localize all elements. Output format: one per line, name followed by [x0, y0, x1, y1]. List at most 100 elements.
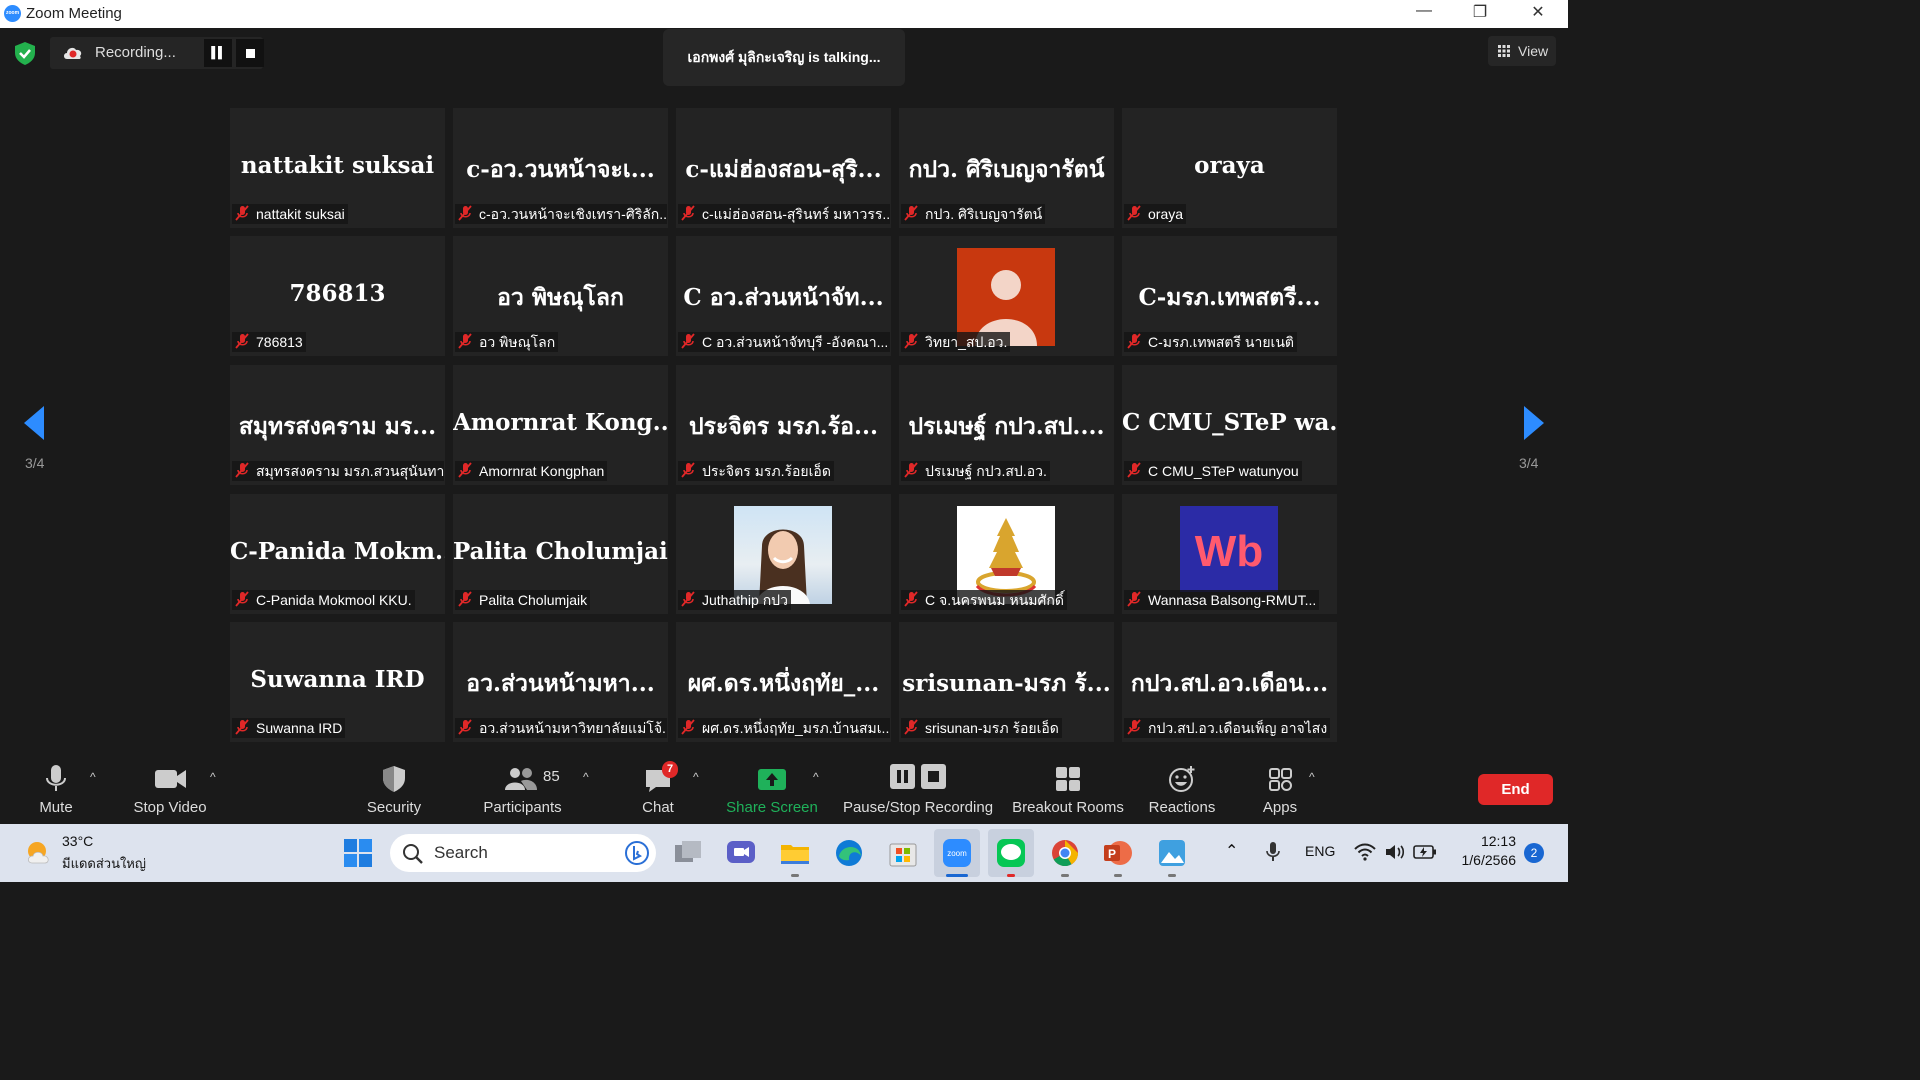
- participant-tile[interactable]: สมุทรสงคราม มร... สมุทรสงคราม มรภ.สวนสุนั…: [230, 365, 445, 485]
- audio-options-chevron-icon[interactable]: ^: [90, 770, 96, 784]
- participants-options-chevron-icon[interactable]: ^: [583, 770, 589, 784]
- participant-tile[interactable]: Juthathip กปว: [676, 494, 891, 614]
- participants-button[interactable]: Participants: [475, 750, 570, 824]
- restore-button[interactable]: ❐: [1468, 2, 1492, 22]
- participant-tile[interactable]: C-มรภ.เทพสตรี... C-มรภ.เทพสตรี นายเนติ: [1122, 236, 1337, 356]
- microphone-muted-icon: [234, 591, 254, 610]
- participant-tile[interactable]: ประจิตร มรภ.ร้อ... ประจิตร มรภ.ร้อยเอ็ด: [676, 365, 891, 485]
- microphone-muted-icon: [457, 719, 477, 738]
- show-hidden-icons-chevron-icon[interactable]: ⌃: [1225, 841, 1238, 861]
- participant-name-label: ผศ.ดร.หนึ่งฤทัย_มรภ.บ้านสมเ...: [678, 718, 890, 738]
- weather-sun-cloud-icon[interactable]: [24, 838, 54, 868]
- participant-display-name: ปรเมษฐ์ กปว.สป....: [908, 413, 1105, 440]
- edge-browser-icon[interactable]: [832, 836, 866, 870]
- participant-display-name: C-Panida Mokm...: [230, 538, 445, 565]
- bing-icon[interactable]: [624, 840, 650, 866]
- reactions-label: Reactions: [1148, 799, 1216, 816]
- breakout-rooms-icon: [1056, 767, 1080, 791]
- stop-recording-button[interactable]: [236, 39, 264, 67]
- file-explorer-icon[interactable]: [778, 836, 812, 870]
- participant-tile[interactable]: C จ.นครพนม หนมศักดิ์: [899, 494, 1114, 614]
- active-speaker-banner: เอกพงศ์ มุลิกะเจริญ is talking...: [663, 29, 905, 86]
- microphone-muted-icon: [234, 719, 254, 738]
- participant-tile[interactable]: nattakit suksai nattakit suksai: [230, 108, 445, 228]
- participant-tile[interactable]: ปรเมษฐ์ กปว.สป.... ปรเมษฐ์ กปว.สป.อว.: [899, 365, 1114, 485]
- windows-start-icon[interactable]: [341, 836, 375, 870]
- zoom-app-icon[interactable]: zoom: [940, 836, 974, 870]
- apps-options-chevron-icon[interactable]: ^: [1309, 770, 1315, 784]
- pause-recording-button[interactable]: ▌▌: [204, 39, 232, 67]
- notification-count-badge[interactable]: 2: [1524, 843, 1544, 863]
- participant-tile[interactable]: ผศ.ดร.หนึ่งฤทัย_... ผศ.ดร.หนึ่งฤทัย_มรภ.บ…: [676, 622, 891, 742]
- minimize-button[interactable]: —: [1412, 2, 1436, 20]
- participant-tile[interactable]: อว.ส่วนหน้ามหา... อว.ส่วนหน้ามหาวิทยาลัยแ…: [453, 622, 668, 742]
- security-button[interactable]: Security: [354, 750, 434, 824]
- breakout-rooms-button[interactable]: Breakout Rooms: [1010, 750, 1126, 824]
- mute-button[interactable]: Mute: [28, 750, 84, 824]
- share-options-chevron-icon[interactable]: ^: [813, 770, 819, 784]
- next-page-arrow-icon[interactable]: [1524, 406, 1544, 440]
- taskbar-search-box[interactable]: Search: [390, 834, 656, 872]
- participant-display-name: oraya: [1194, 152, 1265, 179]
- wifi-icon[interactable]: [1354, 842, 1376, 862]
- microsoft-store-icon[interactable]: [886, 836, 920, 870]
- tray-microphone-icon[interactable]: [1264, 841, 1282, 863]
- system-clock[interactable]: 12:13 1/6/2566: [1456, 833, 1517, 868]
- task-view-icon[interactable]: [671, 836, 705, 870]
- participant-display-name: c-แม่ฮ่องสอน-สุริ...: [685, 156, 882, 183]
- participant-display-name: C-มรภ.เทพสตรี...: [1138, 284, 1321, 311]
- teams-chat-icon[interactable]: [724, 836, 758, 870]
- chat-button[interactable]: Chat: [627, 750, 689, 824]
- participant-tile[interactable]: c-อว.วนหน้าจะเ... c-อว.วนหน้าจะเชิงเทรา-ศ…: [453, 108, 668, 228]
- participant-tile[interactable]: อว พิษณุโลก อว พิษณุโลก: [453, 236, 668, 356]
- participant-name-label: ประจิตร มรภ.ร้อยเอ็ด: [678, 461, 834, 481]
- participants-count: 85: [543, 768, 560, 785]
- participant-tile[interactable]: Amornrat Kong... Amornrat Kongphan: [453, 365, 668, 485]
- participant-tile[interactable]: Suwanna IRD Suwanna IRD: [230, 622, 445, 742]
- participant-tile[interactable]: oraya oraya: [1122, 108, 1337, 228]
- photos-app-icon[interactable]: [1155, 836, 1189, 870]
- line-app-icon[interactable]: [994, 836, 1028, 870]
- grid-view-icon: [1498, 45, 1510, 57]
- microphone-muted-icon: [680, 462, 700, 481]
- participant-name: C-มรภ.เทพสตรี นายเนติ: [1148, 334, 1295, 350]
- chat-unread-badge: 7: [662, 761, 678, 778]
- battery-charging-icon[interactable]: [1413, 844, 1437, 860]
- reactions-button[interactable]: Reactions: [1145, 750, 1219, 824]
- participant-tile[interactable]: Palita Cholumjaik Palita Cholumjaik: [453, 494, 668, 614]
- participant-tile[interactable]: c-แม่ฮ่องสอน-สุริ... c-แม่ฮ่องสอน-สุรินทร…: [676, 108, 891, 228]
- participant-tile[interactable]: C-Panida Mokm... C-Panida Mokmool KKU.: [230, 494, 445, 614]
- video-options-chevron-icon[interactable]: ^: [210, 770, 216, 784]
- apps-button[interactable]: Apps: [1250, 750, 1310, 824]
- chrome-browser-icon[interactable]: [1048, 836, 1082, 870]
- participant-tile[interactable]: 786813 786813: [230, 236, 445, 356]
- powerpoint-icon[interactable]: P: [1101, 836, 1135, 870]
- stop-video-button[interactable]: Stop Video: [125, 750, 215, 824]
- volume-icon[interactable]: [1384, 842, 1406, 862]
- participant-tile[interactable]: กปว. ศิริเบญจารัตน์ กปว. ศิริเบญจารัตน์: [899, 108, 1114, 228]
- chrome-running-indicator: [1061, 874, 1069, 877]
- participant-tile[interactable]: วิทยา_สป.อว.: [899, 236, 1114, 356]
- recording-status: Recording...: [95, 44, 176, 61]
- pause-stop-recording-button[interactable]: Pause/Stop Recording: [842, 750, 994, 824]
- participant-name-label: Palita Cholumjaik: [455, 590, 591, 610]
- participant-name: C CMU_STeP watunyou: [1148, 463, 1299, 479]
- participant-name: c-แม่ฮ่องสอน-สุรินทร์ มหาวรร...: [702, 206, 890, 222]
- microphone-muted-icon: [903, 462, 923, 481]
- share-screen-label: Share Screen: [726, 799, 818, 816]
- close-button[interactable]: ✕: [1526, 2, 1550, 22]
- participant-tile[interactable]: srisunan-มรภ ร้... srisunan-มรภ ร้อยเอ็ด: [899, 622, 1114, 742]
- end-meeting-button[interactable]: End: [1478, 774, 1553, 805]
- participant-tile[interactable]: Wb Wannasa Balsong-RMUT...: [1122, 494, 1337, 614]
- view-button[interactable]: View: [1488, 36, 1556, 66]
- previous-page-arrow-icon[interactable]: [24, 406, 44, 440]
- participant-name: ประจิตร มรภ.ร้อยเอ็ด: [702, 463, 831, 479]
- chat-options-chevron-icon[interactable]: ^: [693, 770, 699, 784]
- participant-tile[interactable]: C CMU_STeP wa... C CMU_STeP watunyou: [1122, 365, 1337, 485]
- input-language-indicator[interactable]: ENG: [1305, 843, 1335, 859]
- share-screen-button[interactable]: Share Screen: [722, 750, 822, 824]
- encryption-shield-icon[interactable]: [12, 40, 38, 66]
- participant-tile[interactable]: กปว.สป.อว.เดือน... กปว.สป.อว.เดือนเพ็ญ อา…: [1122, 622, 1337, 742]
- search-placeholder: Search: [434, 843, 488, 862]
- participant-tile[interactable]: C อว.ส่วนหน้าจัท... C อว.ส่วนหน้าจัทบุรี …: [676, 236, 891, 356]
